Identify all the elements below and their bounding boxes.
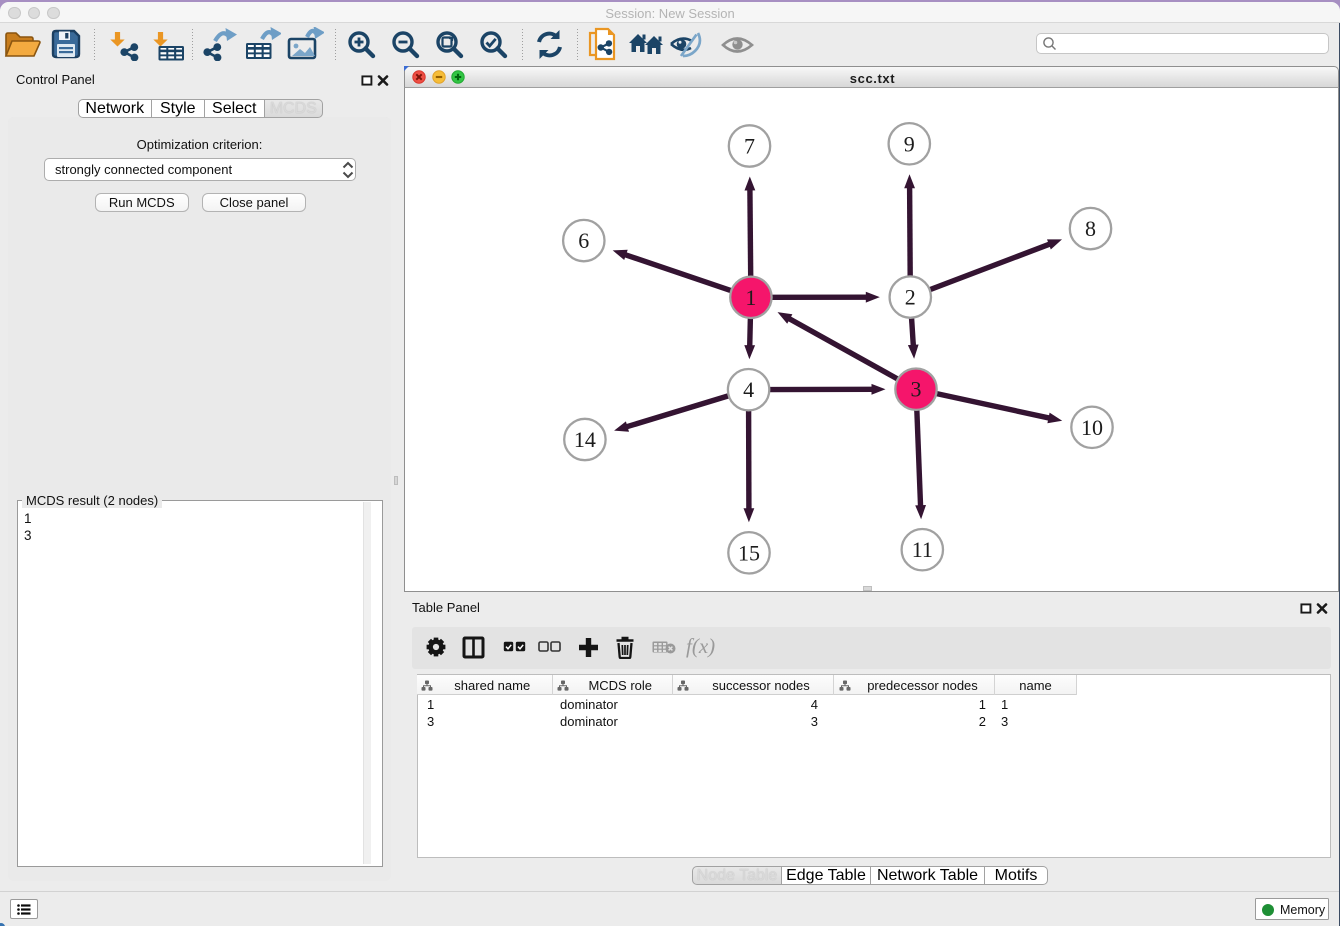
svg-text:8: 8 [1085, 216, 1096, 241]
svg-text:14: 14 [574, 427, 596, 452]
svg-text:7: 7 [744, 134, 755, 159]
svg-text:9: 9 [904, 131, 915, 156]
svg-text:10: 10 [1081, 415, 1103, 440]
svg-text:11: 11 [912, 537, 933, 562]
svg-text:4: 4 [743, 377, 754, 402]
svg-text:3: 3 [911, 377, 922, 402]
svg-text:6: 6 [578, 228, 589, 253]
svg-text:2: 2 [905, 285, 916, 310]
svg-text:1: 1 [745, 285, 756, 310]
svg-text:15: 15 [738, 540, 760, 565]
